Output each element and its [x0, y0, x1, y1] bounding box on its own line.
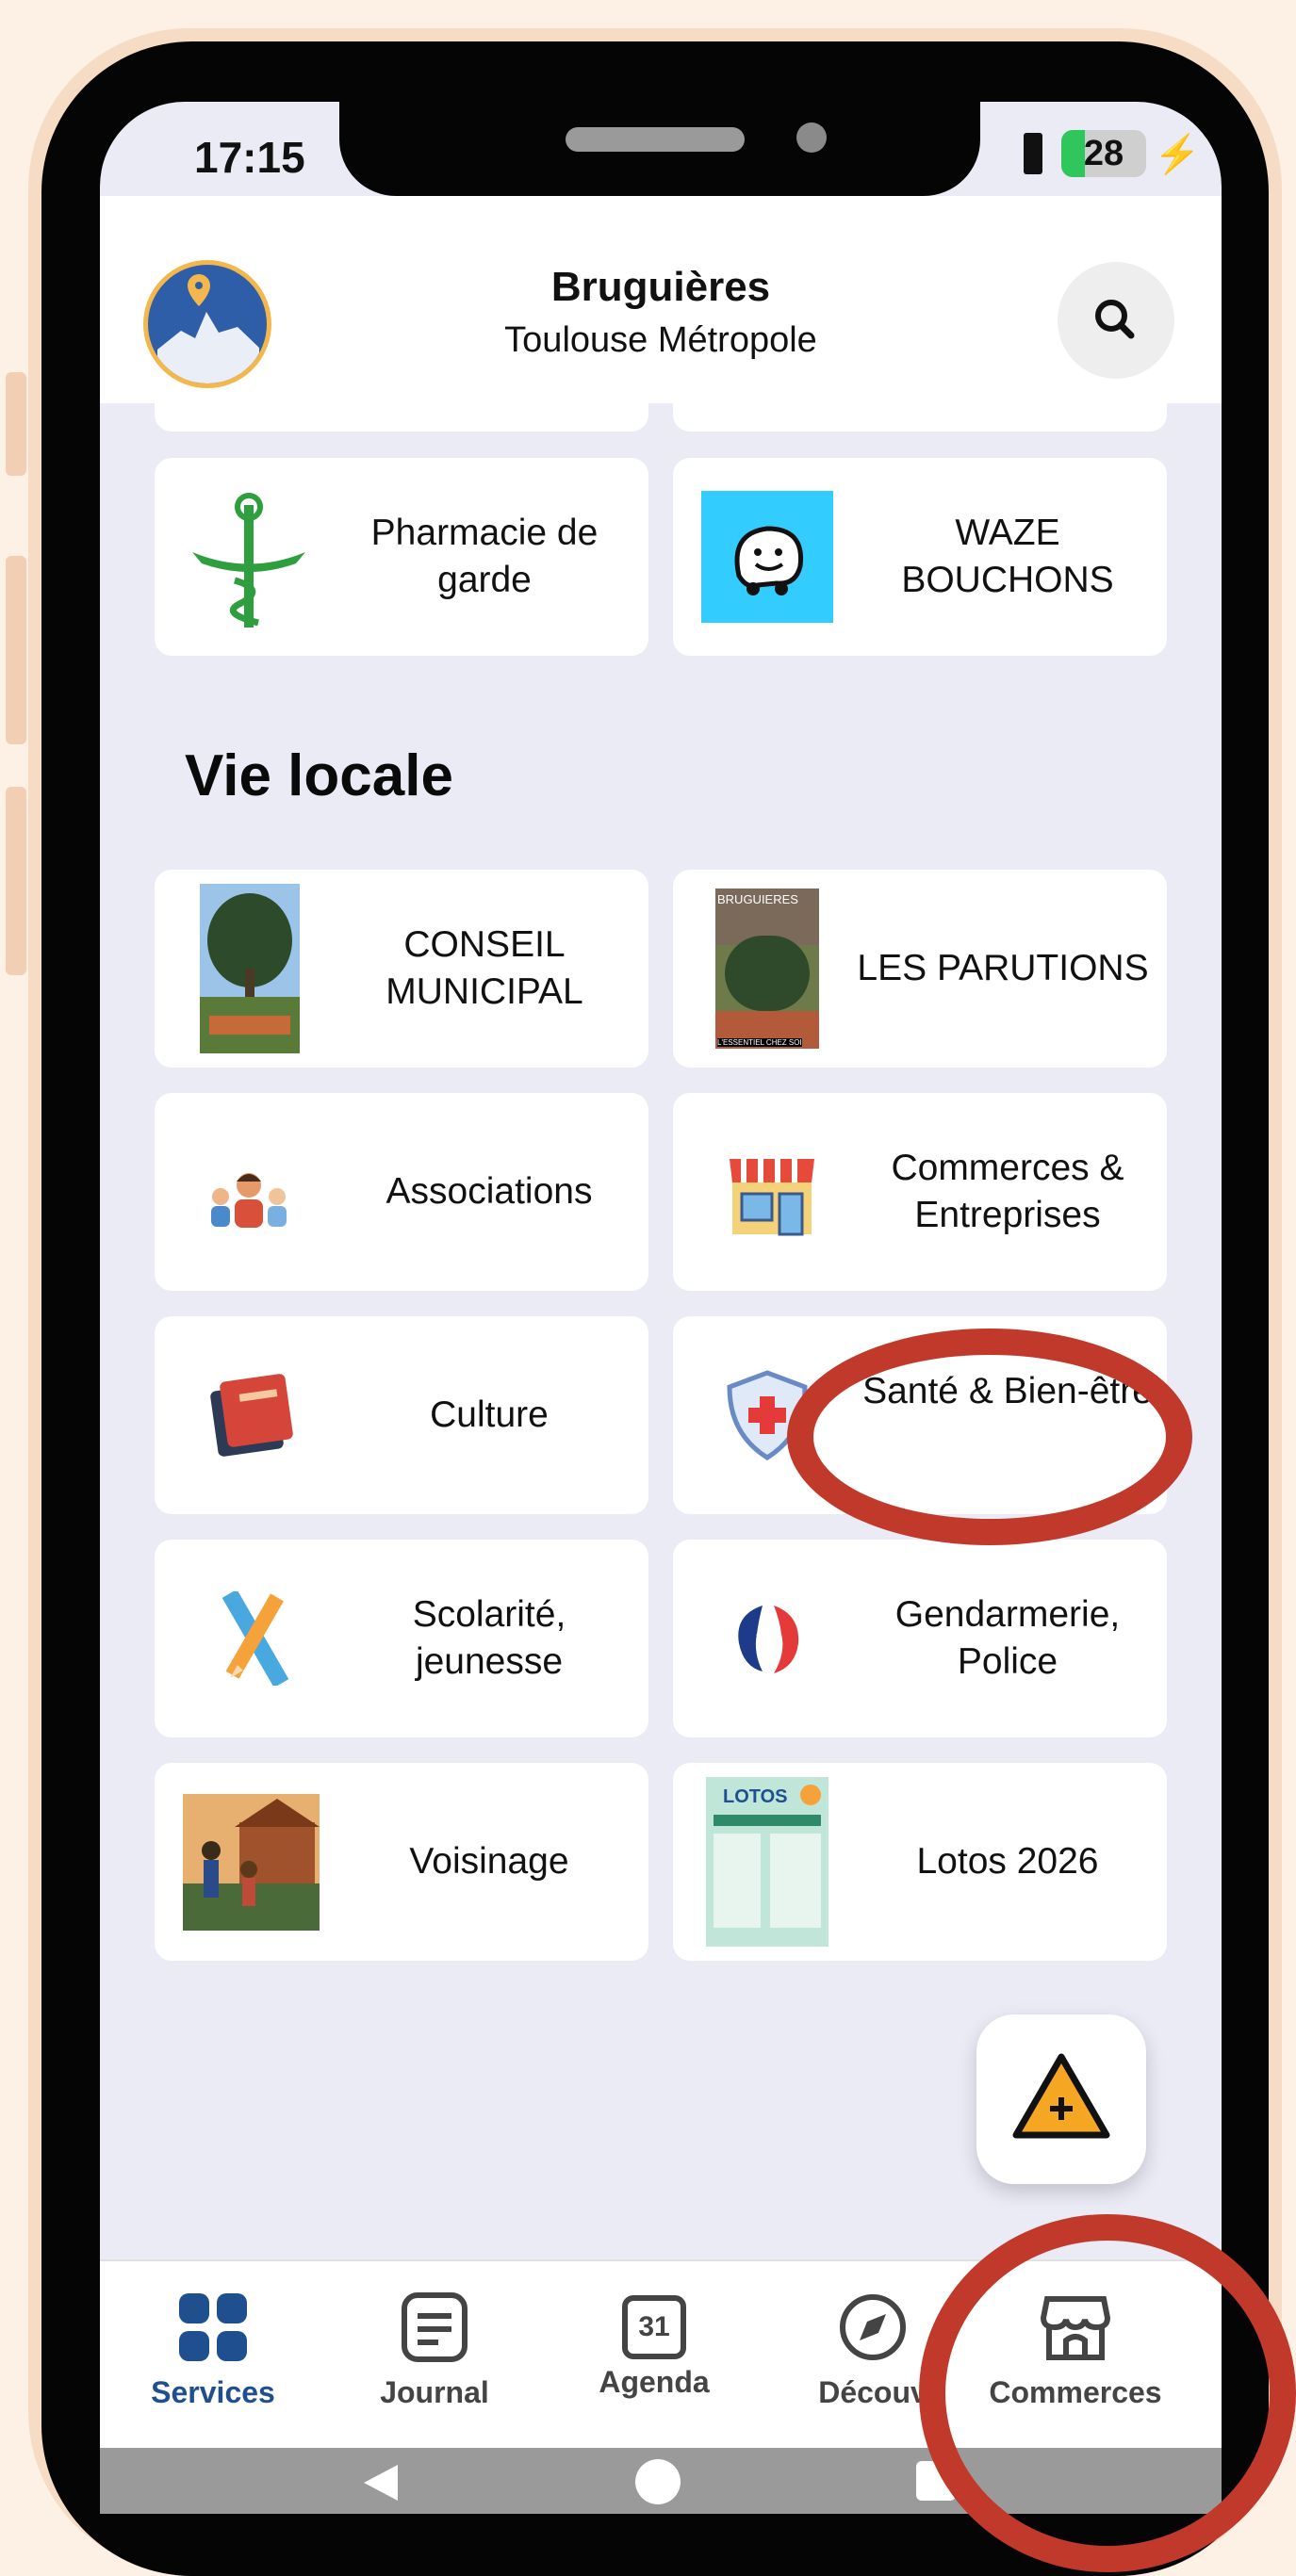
service-card-associations[interactable]: Associations	[155, 1093, 648, 1291]
card-label: CONSEIL MUNICIPAL	[386, 924, 583, 1012]
nav-tab-journal[interactable]: Journal	[340, 2290, 529, 2410]
search-button[interactable]	[1058, 262, 1174, 379]
signal-icon	[1024, 133, 1042, 174]
card-label: Scolarité, jeunesse	[412, 1594, 566, 1682]
neighborhood-thumbnail	[183, 1794, 320, 1931]
card-label: Associations	[386, 1171, 593, 1212]
service-card-culture[interactable]: Culture	[155, 1316, 648, 1514]
nav-label: Journal	[380, 2375, 489, 2409]
calendar-day: 31	[638, 2311, 670, 2342]
back-icon[interactable]	[356, 2459, 403, 2506]
section-title: Vie locale	[185, 743, 453, 808]
lotos-poster-thumbnail: LOTOS	[706, 1777, 828, 1947]
highlight-circle-sante	[787, 1329, 1192, 1545]
conseil-municipal-thumbnail	[200, 884, 300, 1053]
service-card-gendarmerie[interactable]: Gendarmerie, Police	[673, 1540, 1167, 1737]
card-label: LES PARUTIONS	[857, 948, 1149, 988]
service-card-voisinage[interactable]: Voisinage	[155, 1763, 648, 1961]
service-card-waze[interactable]: WAZE BOUCHONS	[673, 458, 1167, 656]
pencil-ruler-icon	[221, 1591, 289, 1686]
page-subtitle: Toulouse Métropole	[504, 320, 817, 360]
card-label: Commerces & Entreprises	[891, 1148, 1124, 1235]
service-card-parutions[interactable]: BRUGUIERES L'ESSENTIEL CHEZ SOI LES PARU…	[673, 870, 1167, 1068]
page-title: Bruguières	[550, 264, 771, 310]
nav-tab-agenda[interactable]: 31 Agenda	[560, 2290, 748, 2400]
battery-level: 28	[1083, 134, 1124, 173]
status-time: 17:15	[194, 133, 305, 182]
journal-icon	[402, 2292, 468, 2362]
parutions-thumbnail: BRUGUIERES L'ESSENTIEL CHEZ SOI	[715, 889, 819, 1049]
marianne-icon	[738, 1606, 799, 1673]
grid-icon	[179, 2293, 247, 2361]
nav-label: Services	[151, 2375, 275, 2409]
poster-title: LOTOS	[723, 1786, 788, 1807]
service-card-lotos[interactable]: LOTOS Lotos 2026	[673, 1763, 1167, 1961]
phone-screen: 17:15 28 ⚡ Bruguières Toulouse Métropole	[100, 102, 1222, 2514]
card-label: Gendarmerie, Police	[894, 1594, 1121, 1682]
report-alert-button[interactable]	[976, 2014, 1146, 2184]
service-card-pharmacie[interactable]: Pharmacie de garde	[155, 458, 648, 656]
card-label: Voisinage	[409, 1841, 569, 1882]
shop-icon	[730, 1159, 814, 1236]
phone-side-button	[6, 787, 26, 975]
home-icon[interactable]	[635, 2459, 681, 2504]
highlight-circle-commerces	[919, 2214, 1296, 2572]
pharmacy-caduceus-icon	[192, 493, 305, 628]
card-label: WAZE BOUCHONS	[901, 513, 1114, 600]
phone-side-button	[6, 372, 26, 476]
service-card-scolarite[interactable]: Scolarité, jeunesse	[155, 1540, 648, 1737]
phone-side-button	[6, 556, 26, 744]
calendar-icon: 31	[622, 2295, 686, 2359]
thumbnail-caption: L'ESSENTIEL CHEZ SOI	[717, 1038, 802, 1047]
partial-card	[155, 394, 648, 432]
nav-label: Agenda	[599, 2365, 710, 2399]
card-label: Lotos 2026	[916, 1841, 1099, 1882]
charging-icon: ⚡	[1154, 133, 1201, 175]
partial-card	[673, 394, 1167, 432]
book-icon	[210, 1374, 293, 1457]
search-icon	[1095, 300, 1135, 339]
service-card-conseil-municipal[interactable]: CONSEIL MUNICIPAL	[155, 870, 648, 1068]
nav-tab-services[interactable]: Services	[119, 2290, 307, 2410]
thumbnail-title: BRUGUIERES	[717, 892, 798, 906]
phone-speaker	[566, 127, 745, 152]
card-label: Culture	[430, 1394, 549, 1435]
warning-plus-icon	[1012, 2053, 1110, 2139]
phone-camera	[796, 122, 827, 153]
battery-icon: 28	[1061, 130, 1146, 177]
people-icon	[211, 1173, 287, 1228]
waze-icon	[701, 491, 833, 623]
card-label: Pharmacie de garde	[370, 513, 599, 600]
service-card-commerces[interactable]: Commerces & Entreprises	[673, 1093, 1167, 1291]
compass-icon	[840, 2294, 906, 2360]
status-battery: 28 ⚡	[1024, 130, 1201, 177]
